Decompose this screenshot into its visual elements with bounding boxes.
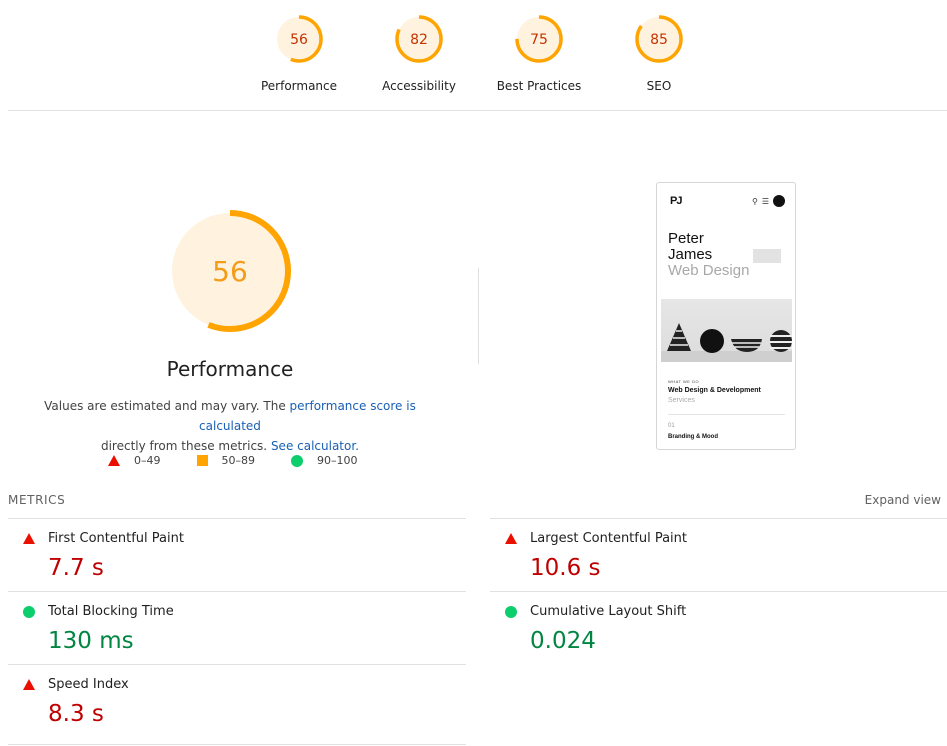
gauge-seo[interactable]: 85 SEO [599, 14, 719, 93]
final-screenshot[interactable]: PJ ⚲ ☰ Peter James Web Design WHAT WE DO… [656, 182, 796, 450]
gauge-accessibility-ring: 82 [395, 15, 443, 63]
site-item-title: Branding & Mood [668, 434, 718, 440]
pass-circle-icon [504, 605, 517, 618]
performance-hero-gauge: 56 [169, 210, 291, 332]
site-heading-line1: Peter [668, 230, 704, 247]
see-calculator-link[interactable]: See calculator. [271, 439, 359, 453]
site-kicker: WHAT WE DO [668, 379, 700, 384]
circle-icon [291, 454, 303, 467]
performance-hero-score: 56 [212, 255, 248, 288]
gauge-accessibility-score: 82 [410, 32, 428, 48]
theme-icon [773, 195, 785, 207]
legend-pass-label: 90–100 [317, 454, 358, 467]
menu-icon: ☰ [761, 196, 769, 206]
vertical-separator [478, 268, 479, 364]
metrics-divider [8, 744, 466, 745]
metric-value: 130 ms [48, 628, 134, 654]
metric-value: 10.6 s [530, 555, 601, 581]
gauge-performance-label: Performance [260, 79, 338, 93]
gauge-performance[interactable]: 56 Performance [239, 14, 359, 93]
score-gauges-bar: 56 Performance 82 Accessibility 75 Best … [0, 0, 947, 111]
fail-triangle-icon [22, 532, 35, 545]
top-divider [8, 110, 947, 111]
site-divider [668, 414, 785, 415]
desc-text-1: Values are estimated and may vary. The [44, 399, 290, 413]
metric-first-contentful-paint[interactable]: First Contentful Paint 7.7 s [8, 531, 308, 581]
expand-view-toggle[interactable]: Expand view [865, 493, 941, 507]
triangle-icon [108, 455, 120, 466]
metrics-divider [8, 518, 466, 519]
site-section-sub: Services [668, 397, 695, 404]
gauge-seo-ring: 85 [635, 15, 683, 63]
performance-title: Performance [166, 357, 294, 381]
site-nav-icons: ⚲ ☰ [752, 195, 785, 207]
hero-thumbnail [753, 249, 781, 263]
site-section-heading: Web Design & Development [668, 387, 761, 394]
legend-fail: 0–49 [108, 454, 161, 467]
legend-pass: 90–100 [291, 454, 358, 467]
gauge-accessibility-label: Accessibility [382, 79, 456, 93]
gauge-performance-score: 56 [290, 32, 308, 48]
metric-label: Largest Contentful Paint [530, 531, 688, 546]
search-icon: ⚲ [751, 196, 758, 206]
square-icon [196, 455, 208, 466]
legend-average-label: 50–89 [221, 454, 256, 467]
metrics-divider [490, 518, 947, 519]
legend-fail-label: 0–49 [134, 454, 161, 467]
metric-cumulative-layout-shift[interactable]: Cumulative Layout Shift 0.024 [490, 604, 790, 654]
gauge-accessibility[interactable]: 82 Accessibility [359, 14, 479, 93]
gauge-seo-label: SEO [646, 79, 672, 93]
metric-label: Total Blocking Time [48, 604, 174, 619]
shapes-illustration [667, 323, 792, 353]
gauge-best-practices[interactable]: 75 Best Practices [479, 14, 599, 93]
metric-total-blocking-time[interactable]: Total Blocking Time 130 ms [8, 604, 308, 654]
gauge-seo-score: 85 [650, 32, 668, 48]
metric-value: 8.3 s [48, 701, 104, 727]
metrics-divider [490, 591, 947, 592]
fail-triangle-icon [22, 678, 35, 691]
fail-triangle-icon [504, 532, 517, 545]
gauge-best-practices-ring: 75 [515, 15, 563, 63]
metric-label: First Contentful Paint [48, 531, 184, 546]
metric-label: Cumulative Layout Shift [530, 604, 687, 619]
metric-largest-contentful-paint[interactable]: Largest Contentful Paint 10.6 s [490, 531, 790, 581]
metrics-header: METRICS [8, 493, 66, 507]
gauge-performance-ring: 56 [275, 15, 323, 63]
site-banner-image [661, 299, 792, 362]
site-logo: PJ [670, 195, 683, 207]
gauge-best-practices-label: Best Practices [496, 79, 582, 93]
site-heading-line3: Web Design [668, 262, 750, 279]
metric-label: Speed Index [48, 677, 129, 692]
legend-average: 50–89 [196, 454, 256, 467]
metric-value: 0.024 [530, 628, 596, 654]
gauge-best-practices-score: 75 [530, 32, 548, 48]
score-legend: 0–49 50–89 90–100 [108, 454, 394, 467]
metrics-divider [8, 664, 466, 665]
pass-circle-icon [22, 605, 35, 618]
site-item-number: 01 [668, 423, 675, 429]
metric-speed-index[interactable]: Speed Index 8.3 s [8, 677, 308, 727]
desc-text-2: directly from these metrics. [100, 439, 271, 453]
site-heading-line2: James [668, 246, 713, 263]
performance-description: Values are estimated and may vary. The p… [20, 396, 440, 456]
metric-value: 7.7 s [48, 555, 104, 581]
metrics-divider [8, 591, 466, 592]
